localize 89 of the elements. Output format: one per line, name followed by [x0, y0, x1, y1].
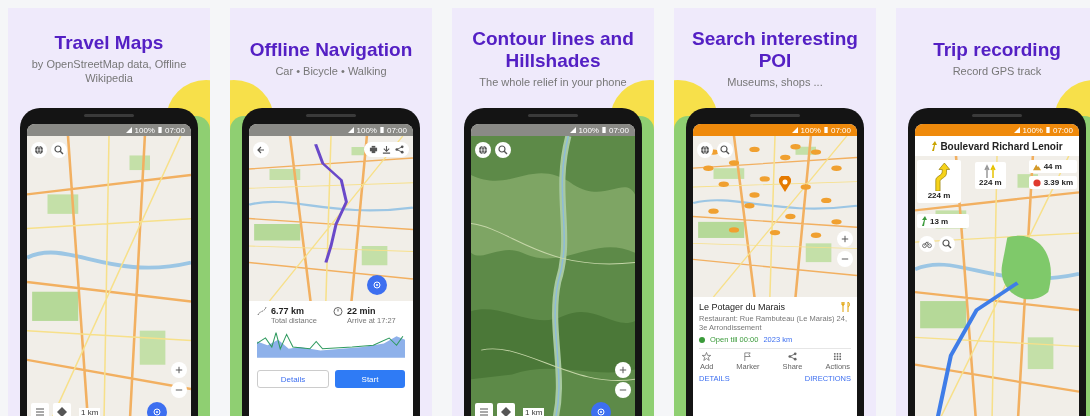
minus-icon [841, 255, 849, 263]
grid-icon [833, 352, 843, 361]
location-icon [152, 407, 162, 416]
slide-subtitle: Museums, shops ... [727, 74, 823, 89]
slide-title: Travel Maps [54, 31, 164, 54]
back-arrow-icon [256, 145, 266, 155]
share-icon [788, 352, 797, 361]
turn-arrow-icon [931, 141, 938, 151]
status-time: 07:00 [386, 125, 407, 135]
download-icon[interactable] [382, 145, 391, 154]
map-scale: 1 km [79, 407, 101, 416]
route-action-button[interactable]: Start [335, 370, 405, 388]
battery-icon [601, 127, 606, 133]
map-scale: 1 km [523, 407, 545, 416]
star-icon [702, 352, 712, 361]
search-icon [720, 145, 730, 155]
place-name: Le Potager du Marais [699, 302, 786, 312]
search-icon [54, 145, 64, 155]
turn-distance: 224 m [927, 191, 951, 200]
timer-icon [333, 306, 343, 316]
total-distance: 6.77 km [271, 306, 306, 316]
route-action-button[interactable]: Details [257, 370, 329, 388]
distance-icon [257, 306, 267, 316]
next-turn-distance: 13 m [930, 216, 949, 226]
plus-icon [619, 366, 627, 374]
route-button[interactable] [53, 403, 71, 416]
route-button[interactable] [497, 403, 515, 416]
battery-icon [1045, 127, 1050, 133]
speaker-slot [306, 114, 356, 117]
diamond-icon [501, 407, 511, 416]
flag-icon [743, 352, 753, 361]
menu-icon [479, 407, 489, 416]
map-pin-icon [779, 176, 791, 192]
signal-icon [125, 127, 132, 133]
signal-icon [569, 127, 576, 133]
slide-title: Contour lines and Hillshades [471, 27, 635, 72]
share-icon[interactable] [395, 145, 404, 154]
globe-icon [478, 145, 488, 155]
bicycle-icon [922, 239, 932, 249]
slide-title: Offline Navigation [249, 38, 413, 61]
speaker-slot [84, 114, 134, 117]
plus-icon [175, 366, 183, 374]
plus-icon [841, 235, 849, 243]
status-time: 07:00 [164, 125, 185, 135]
trip-info-value: 3.39 km [1043, 178, 1073, 187]
slide-title: Trip recording [933, 38, 1061, 61]
status-time: 07:00 [830, 125, 851, 135]
slide-subtitle: Car • Bicycle • Walking [275, 63, 387, 78]
speaker-slot [528, 114, 578, 117]
search-icon [942, 239, 952, 249]
signal-icon [1013, 127, 1020, 133]
status-time: 07:00 [1052, 125, 1073, 135]
battery-icon [823, 127, 828, 133]
search-icon [498, 145, 508, 155]
street-name: Boulevard Richard Lenoir [940, 140, 1063, 152]
trip-info-value: 44 m [1043, 162, 1062, 171]
slide-subtitle: Record GPS track [952, 63, 1042, 78]
globe-icon [700, 145, 710, 155]
slide-subtitle: The whole relief in your phone [479, 74, 627, 89]
minus-icon [175, 386, 183, 394]
globe-icon [34, 145, 44, 155]
signal-icon [347, 127, 354, 133]
clock-icon [699, 336, 705, 343]
battery-percent: 100% [800, 125, 821, 135]
speaker-slot [972, 114, 1022, 117]
minus-icon [619, 386, 627, 394]
target-icon [1032, 178, 1041, 187]
status-time: 07:00 [608, 125, 629, 135]
menu-icon [35, 407, 45, 416]
location-icon [596, 407, 606, 416]
signal-icon [791, 127, 798, 133]
print-icon[interactable] [369, 145, 378, 154]
battery-percent: 100% [356, 125, 377, 135]
lane-distance: 224 m [979, 178, 1002, 187]
battery-percent: 100% [578, 125, 599, 135]
battery-icon [157, 127, 162, 133]
mountain-icon [1032, 162, 1041, 171]
battery-icon [379, 127, 384, 133]
battery-percent: 100% [134, 125, 155, 135]
battery-percent: 100% [1022, 125, 1043, 135]
travel-time: 22 min [347, 306, 377, 316]
diamond-icon [57, 407, 67, 416]
turn-arrow-icon [921, 216, 927, 226]
cutlery-icon [841, 302, 851, 312]
slide-title: Search interesting POI [691, 27, 859, 72]
lane-arrows-icon [983, 164, 998, 178]
speaker-slot [750, 114, 800, 117]
slide-subtitle: by OpenStreetMap data, Offline Wikipedia [30, 56, 188, 85]
location-icon [372, 280, 382, 290]
